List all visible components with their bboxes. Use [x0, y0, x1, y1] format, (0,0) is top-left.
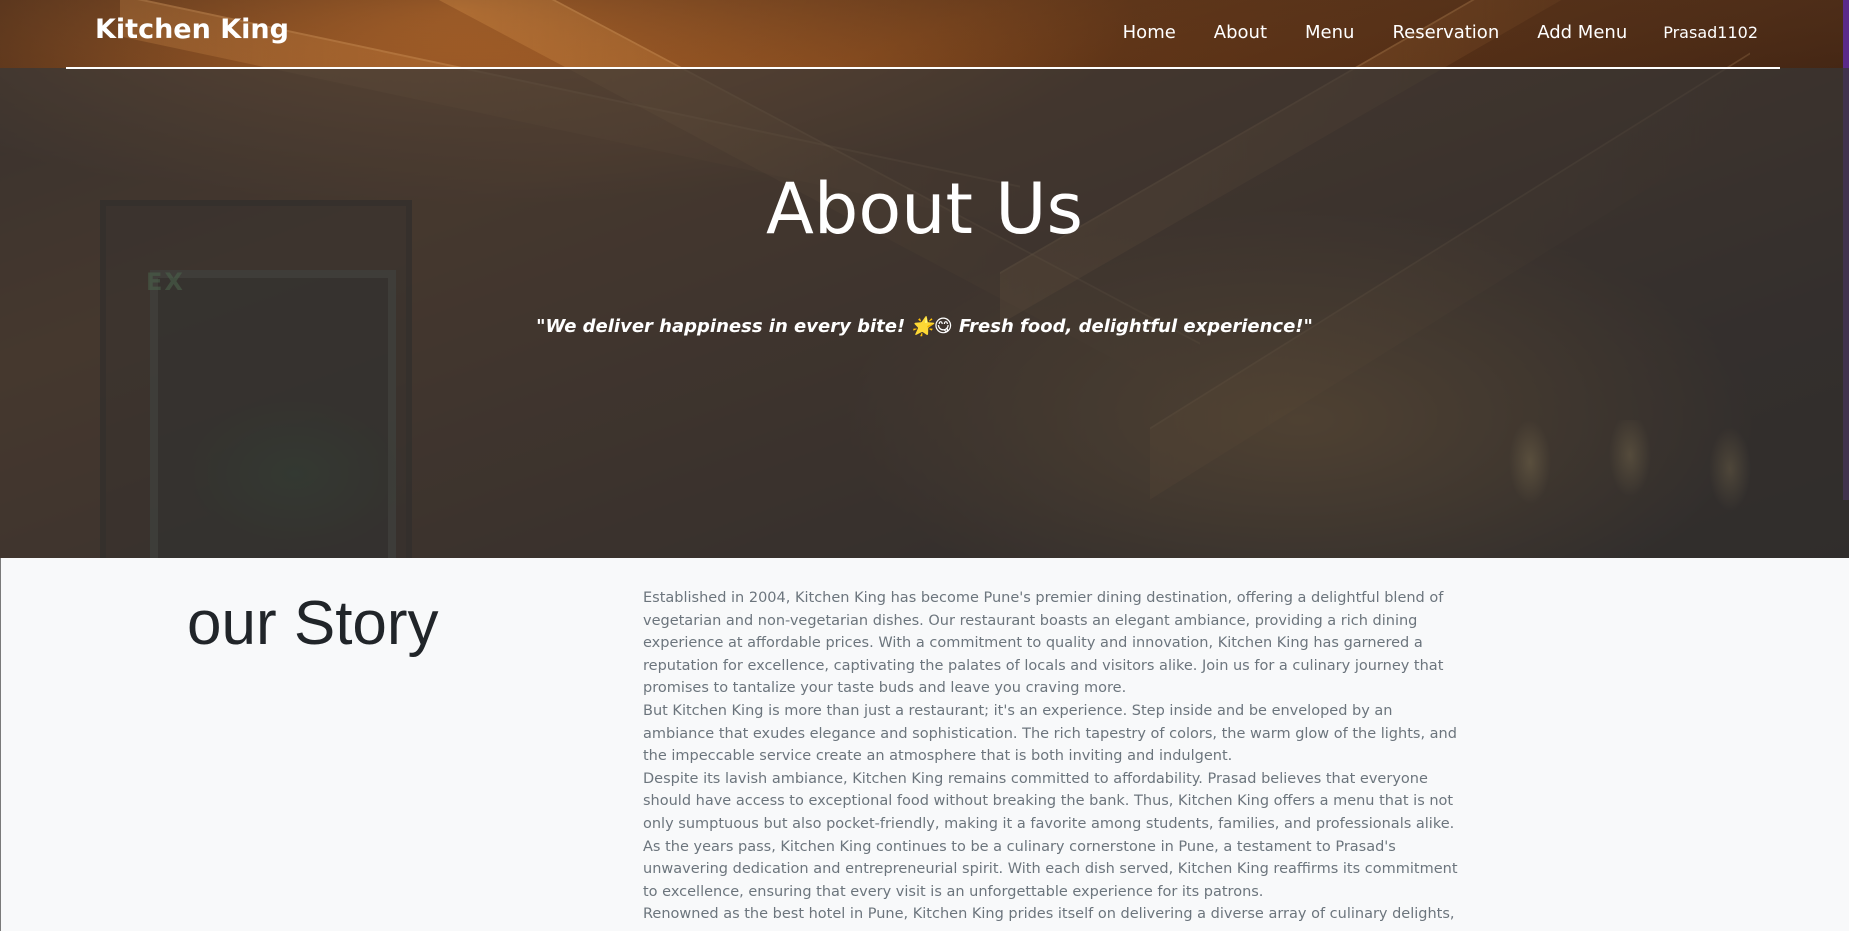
- story-text: Established in 2004, Kitchen King has be…: [643, 587, 1463, 926]
- brand-logo[interactable]: Kitchen King: [95, 14, 289, 45]
- user-name[interactable]: Prasad1102: [1663, 23, 1758, 42]
- nav-link-about[interactable]: About: [1214, 22, 1267, 43]
- navbar: Kitchen King Home About Menu Reservation…: [66, 0, 1780, 69]
- nav-link-home[interactable]: Home: [1123, 22, 1176, 43]
- story-paragraph: Established in 2004, Kitchen King has be…: [643, 590, 1444, 697]
- story-paragraph: But Kitchen King is more than just a res…: [643, 702, 1457, 765]
- story-heading: our Story: [187, 589, 439, 658]
- hero-overlay: [0, 68, 1849, 558]
- nav-links: Home About Menu Reservation Add Menu Pra…: [1085, 22, 1758, 43]
- hero-quote: "We deliver happiness in every bite! 🌟😋 …: [536, 316, 1313, 337]
- story-section: our Story Established in 2004, Kitchen K…: [0, 558, 1849, 931]
- nav-link-reservation[interactable]: Reservation: [1392, 22, 1499, 43]
- nav-link-add-menu[interactable]: Add Menu: [1537, 22, 1627, 43]
- about-page: EX Kitchen King Home About Menu Reservat…: [0, 0, 1849, 931]
- hero-section: EX Kitchen King Home About Menu Reservat…: [0, 0, 1849, 558]
- story-paragraph: As the years pass, Kitchen King continue…: [643, 838, 1458, 900]
- page-title: About Us: [766, 168, 1083, 250]
- story-paragraph: Renowned as the best hotel in Pune, Kitc…: [643, 906, 1455, 923]
- story-paragraph: Despite its lavish ambiance, Kitchen Kin…: [643, 770, 1455, 832]
- nav-link-menu[interactable]: Menu: [1305, 22, 1354, 43]
